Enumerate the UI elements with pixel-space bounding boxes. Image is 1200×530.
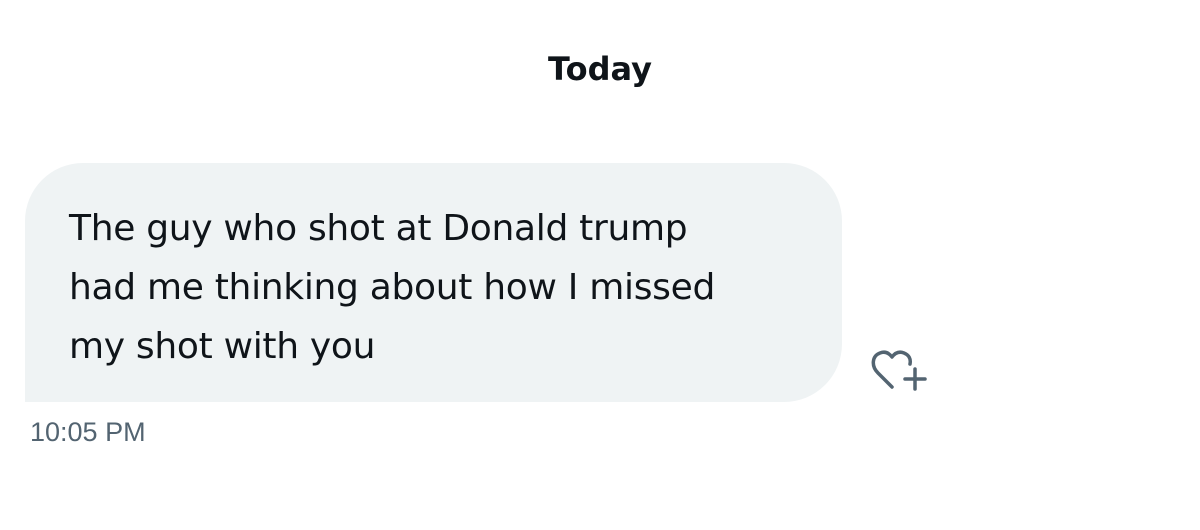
date-separator: Today	[548, 50, 652, 88]
message-timestamp: 10:05 PM	[30, 417, 146, 447]
add-reaction-button[interactable]	[864, 343, 932, 399]
message-text: The guy who shot at Donald trump had me …	[69, 208, 716, 367]
heart-plus-icon	[871, 350, 927, 391]
message-bubble[interactable]: The guy who shot at Donald trump had me …	[25, 163, 842, 402]
message-bubble-row: The guy who shot at Donald trump had me …	[25, 163, 842, 402]
